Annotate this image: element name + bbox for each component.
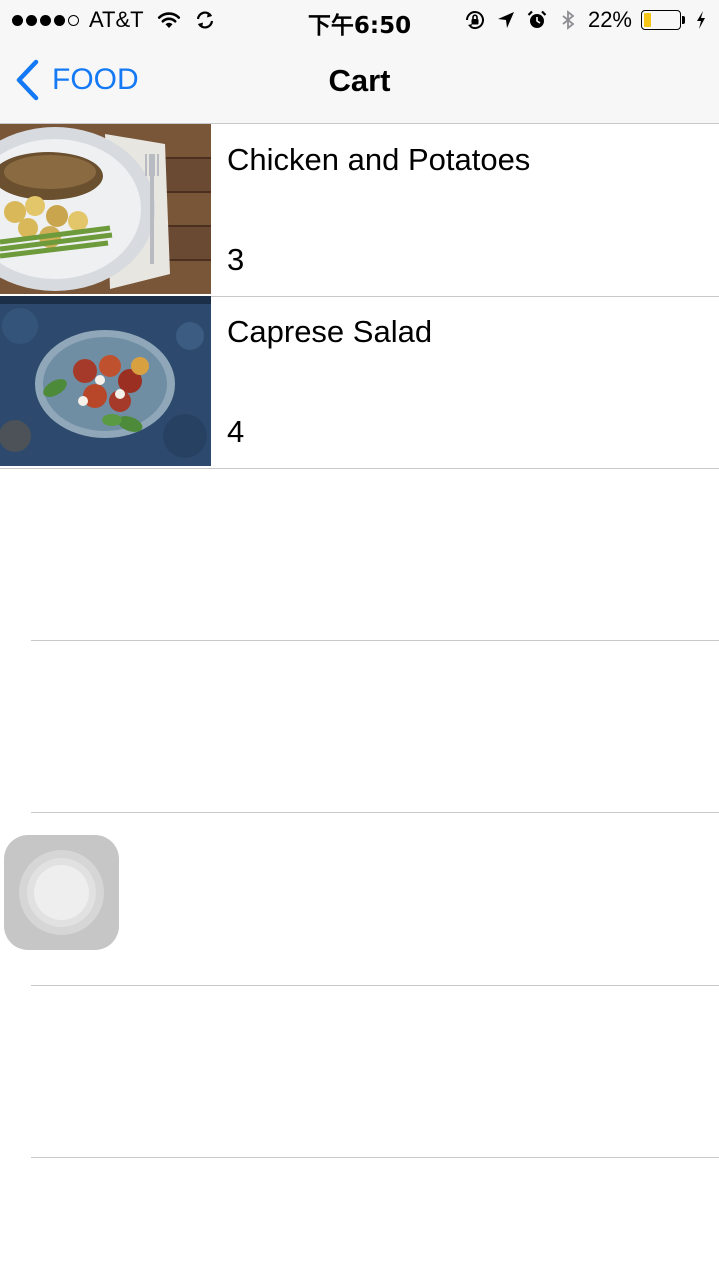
cart-item-quantity: 3 bbox=[227, 242, 245, 277]
status-bar: AT&T 下午6:50 22% bbox=[0, 0, 719, 40]
cart-item-quantity: 4 bbox=[227, 414, 245, 449]
cart-item-name: Chicken and Potatoes bbox=[227, 142, 531, 177]
alarm-icon bbox=[527, 10, 547, 28]
caprese-salad-photo bbox=[0, 296, 211, 466]
row-separator bbox=[31, 985, 719, 986]
location-arrow-icon bbox=[497, 12, 514, 28]
row-separator bbox=[31, 812, 719, 813]
charging-bolt-icon bbox=[697, 11, 705, 29]
chicken-potatoes-photo bbox=[0, 124, 211, 294]
navigation-bar: FOOD Cart bbox=[0, 40, 719, 124]
cart-item-row[interactable]: Caprese Salad 4 bbox=[0, 296, 719, 469]
row-separator bbox=[31, 640, 719, 641]
cart-item-name: Caprese Salad bbox=[227, 314, 433, 349]
assistive-touch-button[interactable] bbox=[4, 835, 119, 950]
page-title: Cart bbox=[328, 63, 391, 98]
orientation-lock-icon bbox=[465, 11, 484, 30]
row-separator bbox=[31, 1157, 719, 1158]
battery-icon bbox=[641, 9, 686, 31]
assistive-touch-icon bbox=[34, 865, 89, 920]
bluetooth-icon bbox=[562, 10, 575, 30]
status-bar-right: 22% bbox=[464, 7, 707, 33]
cart-item-row[interactable]: Chicken and Potatoes 3 bbox=[0, 124, 719, 297]
battery-percent: 22% bbox=[587, 7, 632, 32]
